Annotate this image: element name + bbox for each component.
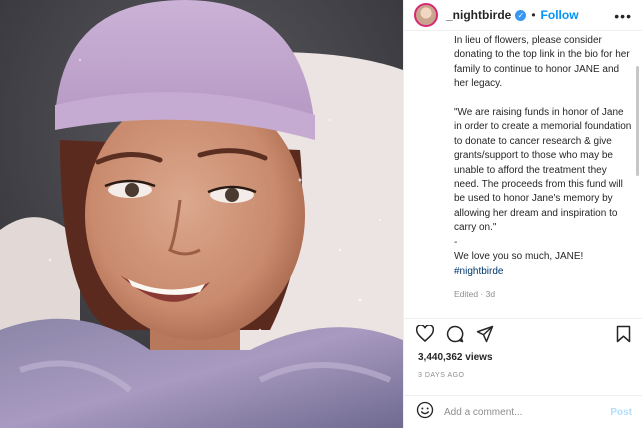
instagram-post: _nightbirde ✓ • Follow In lieu of flower… — [0, 0, 642, 428]
comment-bar: Post — [404, 395, 642, 429]
caption-text: In lieu of flowers, please consider dona… — [404, 30, 642, 301]
more-options-icon[interactable]: ••• — [614, 8, 632, 24]
verified-badge-icon: ✓ — [515, 9, 527, 21]
share-icon[interactable] — [476, 325, 494, 348]
heart-icon[interactable] — [415, 324, 435, 347]
caption-dash: - — [454, 236, 458, 248]
action-bar — [404, 318, 642, 347]
video-frame-illustration — [0, 0, 403, 428]
post-video[interactable] — [0, 0, 403, 428]
comment-input[interactable] — [442, 406, 596, 419]
edited-timestamp: Edited · 3d — [454, 288, 496, 299]
bookmark-icon[interactable] — [616, 325, 631, 348]
username[interactable]: _nightbirde — [446, 8, 511, 22]
caption-scroll-area[interactable]: In lieu of flowers, please consider dona… — [404, 30, 642, 305]
caption-closing: We love you so much, JANE! — [454, 251, 584, 263]
post-button[interactable]: Post — [610, 407, 632, 418]
follow-button[interactable]: Follow — [541, 8, 579, 22]
post-header: _nightbirde ✓ • Follow — [404, 0, 642, 31]
post-details-panel: _nightbirde ✓ • Follow In lieu of flower… — [403, 0, 642, 428]
caption-paragraph-1: In lieu of flowers, please consider dona… — [454, 35, 630, 90]
avatar[interactable] — [414, 3, 438, 27]
caption-paragraph-2: "We are raising funds in honor of Jane i… — [454, 107, 632, 234]
caption-scrollbar[interactable] — [636, 66, 639, 176]
hashtag-link[interactable]: #nightbirde — [454, 265, 632, 279]
view-count[interactable]: 3,440,362 views — [418, 352, 493, 363]
emoji-icon[interactable] — [416, 401, 434, 424]
comment-icon[interactable] — [446, 325, 464, 348]
post-time[interactable]: 3 DAYS AGO — [418, 372, 465, 379]
separator-dot: • — [531, 8, 536, 22]
